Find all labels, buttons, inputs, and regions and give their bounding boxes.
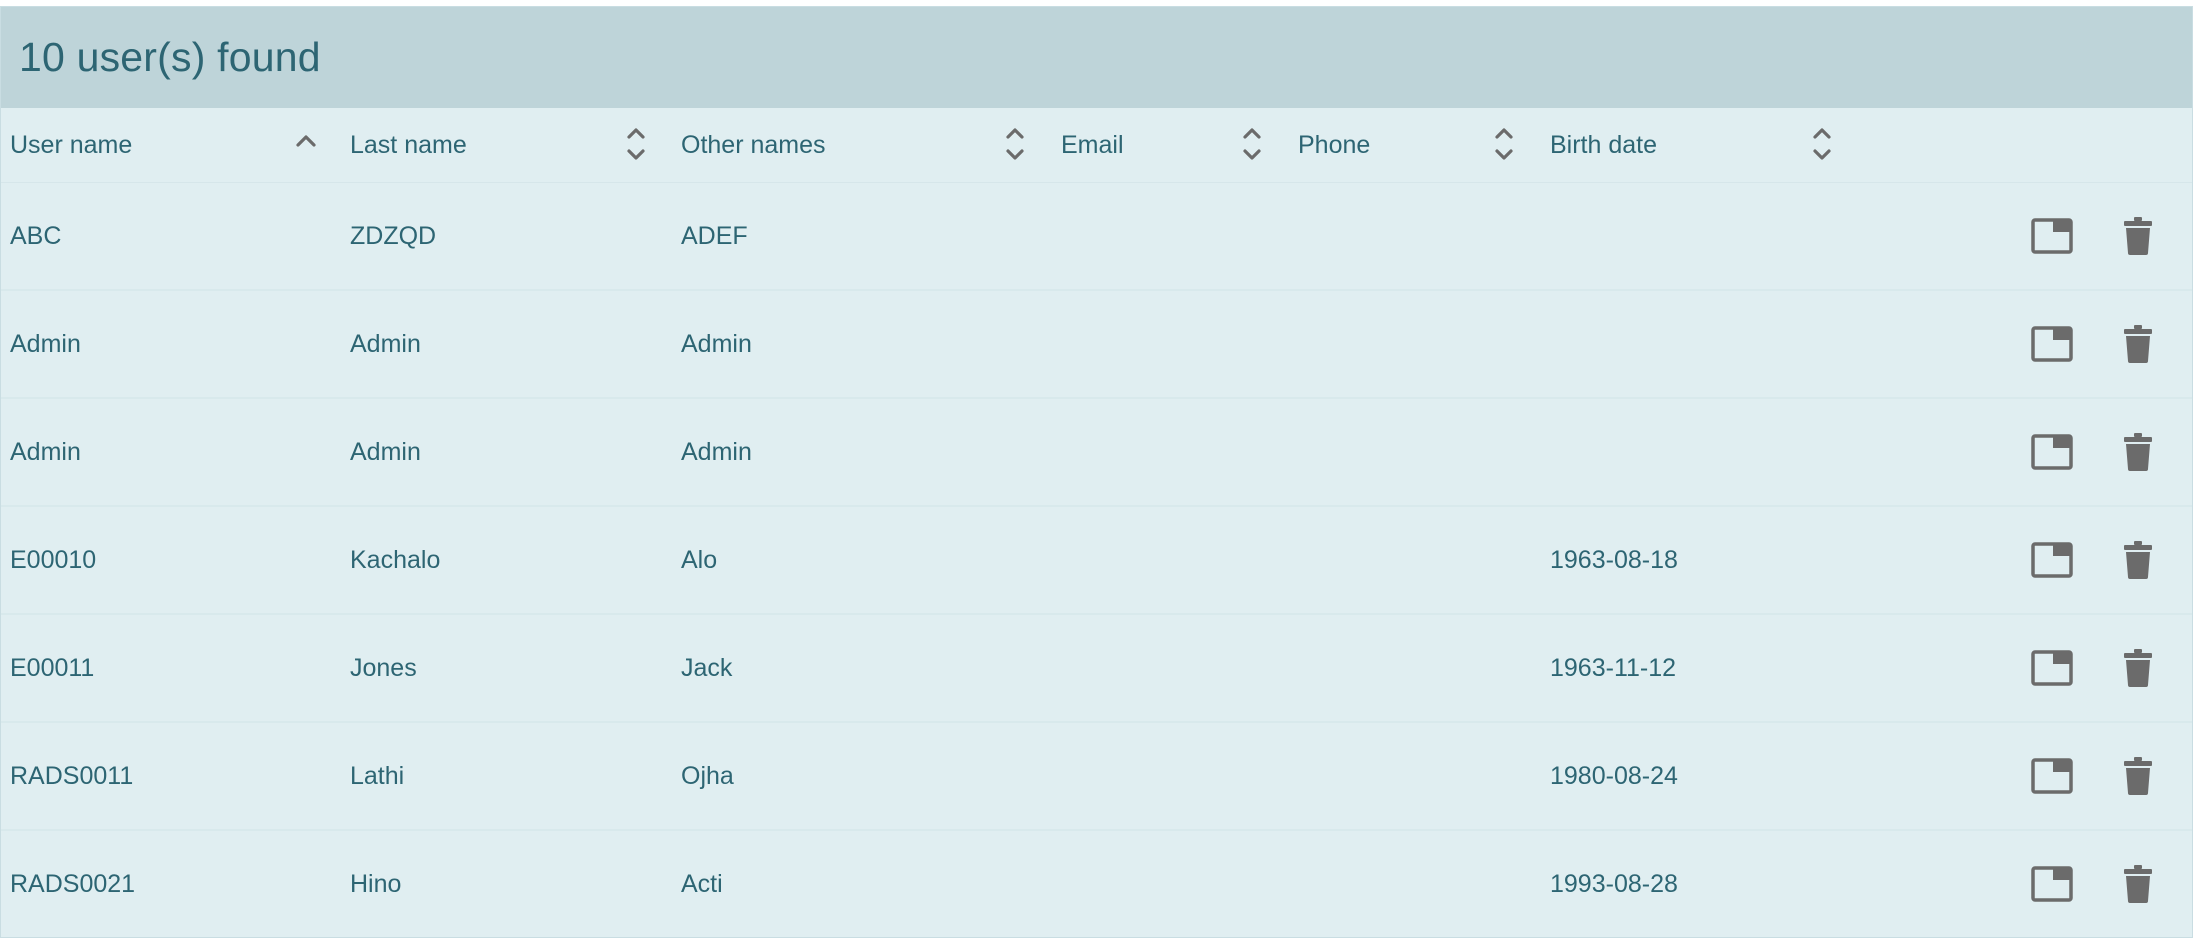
open-button[interactable] <box>2025 615 2079 721</box>
cell-othernames: Admin <box>681 437 752 466</box>
trash-icon[interactable] <box>2124 541 2152 579</box>
users-table: User name Last name Other names Email Phone B… <box>1 108 2192 937</box>
cell-username: ABC <box>10 221 62 250</box>
table-row[interactable]: E00011 Jones Jack 1963-11-12 <box>1 615 2192 723</box>
open-button[interactable] <box>2025 723 2079 829</box>
table-row[interactable]: ABC ZDZQD ADEF <box>1 183 2192 291</box>
cell-birthdate: 1963-08-18 <box>1550 545 1678 574</box>
cell-othernames: ADEF <box>681 221 748 250</box>
table-row[interactable]: Admin Admin Admin <box>1 399 2192 507</box>
cell-othernames: Admin <box>681 329 752 358</box>
table-header-row: User name Last name Other names Email Phone B… <box>1 108 2192 183</box>
cell-birthdate: 1993-08-28 <box>1550 869 1678 898</box>
table-row[interactable]: E00010 Kachalo Alo 1963-08-18 <box>1 507 2192 615</box>
trash-icon[interactable] <box>2124 757 2152 795</box>
open-button[interactable] <box>2025 831 2079 937</box>
cell-username: RADS0011 <box>10 761 134 790</box>
cell-othernames: Ojha <box>681 761 734 790</box>
cell-othernames: Jack <box>681 653 733 682</box>
trash-icon[interactable] <box>2124 649 2152 687</box>
column-header-lastname[interactable]: Last name <box>350 108 467 182</box>
sort-icon[interactable] <box>1240 124 1264 164</box>
delete-button[interactable] <box>2113 399 2163 505</box>
delete-button[interactable] <box>2113 507 2163 613</box>
sort-icon[interactable] <box>1492 124 1516 164</box>
table-row[interactable]: Admin Admin Admin <box>1 291 2192 399</box>
cell-othernames: Alo <box>681 545 718 574</box>
cell-birthdate: 1980-08-24 <box>1550 761 1678 790</box>
column-header-email[interactable]: Email <box>1061 108 1124 182</box>
open-in-window-icon[interactable] <box>2031 218 2073 254</box>
open-in-window-icon[interactable] <box>2031 866 2073 902</box>
column-header-username[interactable]: User name <box>10 108 132 182</box>
delete-button[interactable] <box>2113 723 2163 829</box>
cell-username: RADS0021 <box>10 869 136 898</box>
cell-lastname: Lathi <box>350 761 405 790</box>
open-in-window-icon[interactable] <box>2031 434 2073 470</box>
table-row[interactable]: RADS0011 Lathi Ojha 1980-08-24 <box>1 723 2192 831</box>
open-in-window-icon[interactable] <box>2031 542 2073 578</box>
results-count-title: 10 user(s) found <box>19 34 321 80</box>
cell-lastname: Jones <box>350 653 417 682</box>
open-button[interactable] <box>2025 507 2079 613</box>
trash-icon[interactable] <box>2124 433 2152 471</box>
cell-username: Admin <box>10 437 81 466</box>
cell-lastname: Kachalo <box>350 545 441 574</box>
sort-icon[interactable] <box>624 124 648 164</box>
cell-username: Admin <box>10 329 81 358</box>
sort-icon[interactable] <box>1810 124 1834 164</box>
users-panel: 10 user(s) found User name Last name Other… <box>0 6 2193 938</box>
panel-header: 10 user(s) found <box>1 7 2192 108</box>
cell-lastname: Hino <box>350 869 402 898</box>
cell-lastname: Admin <box>350 329 421 358</box>
open-button[interactable] <box>2025 183 2079 289</box>
open-button[interactable] <box>2025 291 2079 397</box>
delete-button[interactable] <box>2113 615 2163 721</box>
table-row[interactable]: RADS0021 Hino Acti 1993-08-28 <box>1 831 2192 937</box>
column-header-othernames[interactable]: Other names <box>681 108 826 182</box>
open-button[interactable] <box>2025 399 2079 505</box>
sort-ascending-icon[interactable] <box>294 124 318 164</box>
cell-lastname: ZDZQD <box>350 221 437 250</box>
column-header-phone[interactable]: Phone <box>1298 108 1370 182</box>
cell-lastname: Admin <box>350 437 421 466</box>
column-header-birthdate[interactable]: Birth date <box>1550 108 1657 182</box>
delete-button[interactable] <box>2113 831 2163 937</box>
delete-button[interactable] <box>2113 183 2163 289</box>
cell-othernames: Acti <box>681 869 723 898</box>
trash-icon[interactable] <box>2124 325 2152 363</box>
open-in-window-icon[interactable] <box>2031 650 2073 686</box>
trash-icon[interactable] <box>2124 217 2152 255</box>
sort-icon[interactable] <box>1003 124 1027 164</box>
cell-username: E00011 <box>10 653 95 682</box>
cell-birthdate: 1963-11-12 <box>1550 653 1677 682</box>
cell-username: E00010 <box>10 545 97 574</box>
open-in-window-icon[interactable] <box>2031 326 2073 362</box>
open-in-window-icon[interactable] <box>2031 758 2073 794</box>
delete-button[interactable] <box>2113 291 2163 397</box>
trash-icon[interactable] <box>2124 865 2152 903</box>
table-body: ABC ZDZQD ADEF Admin Admin Admin Admin Admin Adm… <box>1 183 2192 937</box>
